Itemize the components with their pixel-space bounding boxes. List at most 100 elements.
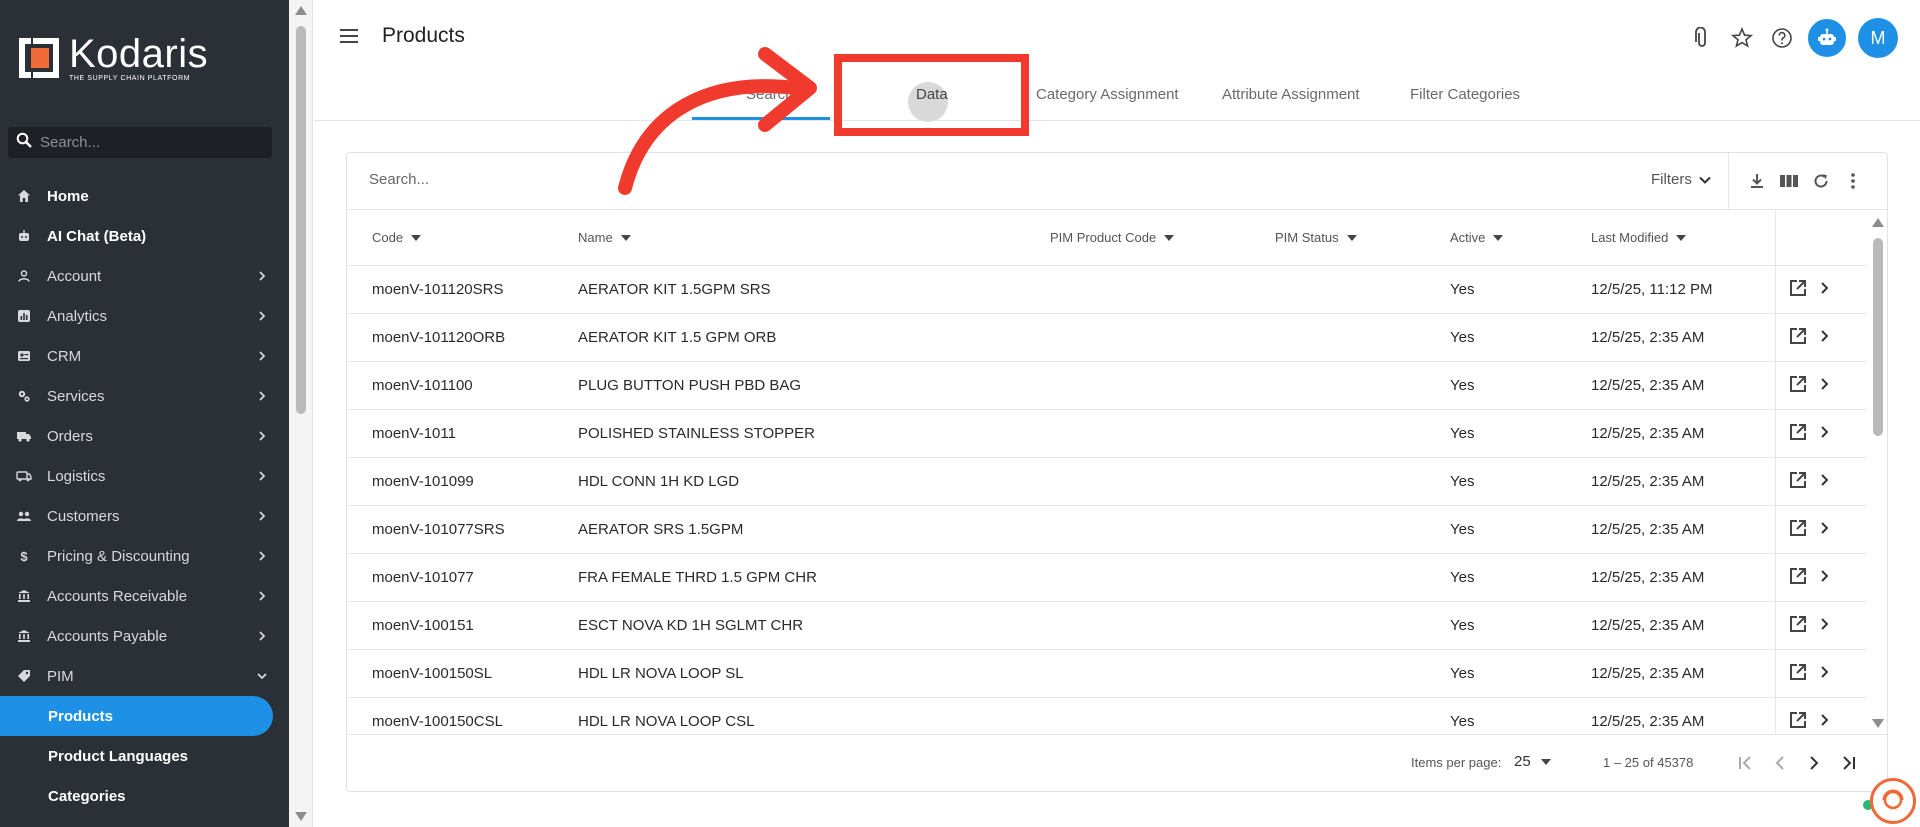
more-vert-icon[interactable] bbox=[1841, 169, 1865, 193]
chevron-down-icon bbox=[1699, 176, 1711, 184]
table-row[interactable]: moenV-101120ORB AERATOR KIT 1.5 GPM ORB Ye… bbox=[347, 314, 1867, 362]
chevron-right-icon[interactable] bbox=[1818, 424, 1832, 445]
brand-tagline: THE SUPPLY CHAIN PLATFORM bbox=[69, 75, 191, 82]
previous-page-button[interactable] bbox=[1767, 749, 1793, 777]
table-row[interactable]: moenV-101120SRS AERATOR KIT 1.5GPM SRS Yes… bbox=[347, 266, 1867, 314]
tab-bar: Search Data Category Assignment Attribut… bbox=[314, 80, 1920, 122]
menu-icon[interactable] bbox=[340, 28, 360, 44]
chevron-right-icon[interactable] bbox=[1818, 712, 1832, 733]
header-actions: M bbox=[1688, 18, 1898, 58]
cell-last-modified: 12/5/25, 11:12 PM bbox=[1591, 281, 1713, 298]
table-row[interactable]: moenV-101077 FRA FEMALE THRD 1.5 GPM CHR Y… bbox=[347, 554, 1867, 602]
scroll-down-arrow-icon[interactable] bbox=[295, 812, 307, 821]
cell-last-modified: 12/5/25, 2:35 AM bbox=[1591, 665, 1705, 682]
sidebar-item-ai-chat[interactable]: AI Chat (Beta) bbox=[0, 216, 289, 256]
table-row[interactable]: moenV-100150SL HDL LR NOVA LOOP SL Yes 12/5… bbox=[347, 650, 1867, 698]
table-row[interactable]: moenV-100150CSL HDL LR NOVA LOOP CSL Yes 12… bbox=[347, 698, 1867, 734]
open-in-new-icon[interactable] bbox=[1788, 662, 1808, 687]
scroll-down-arrow-icon[interactable] bbox=[1872, 719, 1884, 728]
table-row[interactable]: moenV-101077SRS AERATOR SRS 1.5GPM Yes 12/5… bbox=[347, 506, 1867, 554]
columns-icon[interactable] bbox=[1777, 169, 1801, 193]
sidebar-item-account[interactable]: Account bbox=[0, 256, 289, 296]
refresh-icon[interactable] bbox=[1809, 169, 1833, 193]
sidebar-item-accounts-payable[interactable]: Accounts Payable bbox=[0, 616, 289, 656]
table-row[interactable]: moenV-101099 HDL CONN 1H KD LGD Yes 12/5/25… bbox=[347, 458, 1867, 506]
download-icon[interactable] bbox=[1745, 169, 1769, 193]
top-header: Products M Search Data Category Assignme… bbox=[314, 0, 1920, 122]
sidebar-item-pricing[interactable]: $ Pricing & Discounting bbox=[0, 536, 289, 576]
tab-category-assignment[interactable]: Category Assignment bbox=[1036, 86, 1179, 103]
open-in-new-icon[interactable] bbox=[1788, 326, 1808, 351]
sidebar: Kodaris THE SUPPLY CHAIN PLATFORM Home A… bbox=[0, 0, 289, 827]
chevron-right-icon bbox=[259, 471, 266, 481]
sidebar-item-label: Customers bbox=[47, 507, 120, 525]
chevron-right-icon[interactable] bbox=[1818, 568, 1832, 589]
sidebar-subitem-products[interactable]: Products bbox=[0, 696, 273, 736]
sidebar-subitem-product-languages[interactable]: Product Languages bbox=[0, 736, 289, 776]
sidebar-item-services[interactable]: Services bbox=[0, 376, 289, 416]
sidebar-item-crm[interactable]: CRM bbox=[0, 336, 289, 376]
user-avatar[interactable]: M bbox=[1858, 18, 1898, 58]
column-header-name[interactable]: Name bbox=[578, 230, 631, 245]
sidebar-item-home[interactable]: Home bbox=[0, 176, 289, 216]
chevron-right-icon[interactable] bbox=[1818, 664, 1832, 685]
table-row[interactable]: moenV-100151 ESCT NOVA KD 1H SGLMT CHR Yes… bbox=[347, 602, 1867, 650]
open-in-new-icon[interactable] bbox=[1788, 374, 1808, 399]
sidebar-search-input[interactable] bbox=[40, 134, 250, 151]
kodaris-logo[interactable]: Kodaris THE SUPPLY CHAIN PLATFORM bbox=[17, 34, 208, 82]
scrollbar-thumb[interactable] bbox=[1873, 238, 1883, 436]
scrollbar-thumb[interactable] bbox=[296, 26, 306, 414]
table-scrollbar[interactable] bbox=[1869, 210, 1887, 734]
open-in-new-icon[interactable] bbox=[1788, 566, 1808, 591]
sidebar-scrollbar[interactable] bbox=[289, 0, 313, 827]
scroll-up-arrow-icon[interactable] bbox=[295, 6, 307, 15]
home-icon bbox=[16, 188, 32, 204]
sidebar-item-pim[interactable]: PIM bbox=[0, 656, 289, 696]
support-chat-button[interactable] bbox=[1870, 778, 1916, 824]
sidebar-search[interactable] bbox=[8, 127, 272, 158]
filters-button[interactable]: Filters bbox=[1651, 171, 1712, 188]
table-row[interactable]: moenV-101100 PLUG BUTTON PUSH PBD BAG Yes 1… bbox=[347, 362, 1867, 410]
sidebar-item-customers[interactable]: Customers bbox=[0, 496, 289, 536]
next-page-button[interactable] bbox=[1801, 749, 1827, 777]
open-in-new-icon[interactable] bbox=[1788, 278, 1808, 303]
chevron-right-icon[interactable] bbox=[1818, 520, 1832, 541]
column-header-code[interactable]: Code bbox=[372, 230, 422, 245]
open-in-new-icon[interactable] bbox=[1788, 710, 1808, 734]
column-header-active[interactable]: Active bbox=[1450, 230, 1504, 245]
first-page-button[interactable] bbox=[1733, 749, 1759, 777]
scroll-up-arrow-icon[interactable] bbox=[1872, 218, 1884, 227]
chevron-right-icon[interactable] bbox=[1818, 328, 1832, 349]
ai-assistant-button[interactable] bbox=[1808, 19, 1846, 57]
chevron-right-icon[interactable] bbox=[1818, 280, 1832, 301]
help-icon[interactable] bbox=[1768, 24, 1796, 52]
chevron-right-icon[interactable] bbox=[1818, 616, 1832, 637]
cell-code: moenV-100150CSL bbox=[372, 713, 503, 730]
chevron-right-icon bbox=[259, 431, 266, 441]
sidebar-item-analytics[interactable]: Analytics bbox=[0, 296, 289, 336]
chevron-right-icon[interactable] bbox=[1818, 376, 1832, 397]
paperclip-icon[interactable] bbox=[1688, 24, 1716, 52]
sidebar-item-accounts-receivable[interactable]: Accounts Receivable bbox=[0, 576, 289, 616]
sort-arrow-icon bbox=[1676, 234, 1687, 241]
column-header-last-modified[interactable]: Last Modified bbox=[1591, 230, 1687, 245]
column-header-pim-product-code[interactable]: PIM Product Code bbox=[1050, 230, 1175, 245]
sidebar-item-logistics[interactable]: Logistics bbox=[0, 456, 289, 496]
cell-code: moenV-101120ORB bbox=[372, 329, 506, 346]
sidebar-subitem-categories[interactable]: Categories bbox=[0, 776, 289, 816]
chevron-right-icon[interactable] bbox=[1818, 472, 1832, 493]
open-in-new-icon[interactable] bbox=[1788, 470, 1808, 495]
star-icon[interactable] bbox=[1728, 24, 1756, 52]
sidebar-item-orders[interactable]: Orders bbox=[0, 416, 289, 456]
cell-last-modified: 12/5/25, 2:35 AM bbox=[1591, 569, 1705, 586]
tab-attribute-assignment[interactable]: Attribute Assignment bbox=[1222, 86, 1360, 103]
last-page-button[interactable] bbox=[1835, 749, 1861, 777]
open-in-new-icon[interactable] bbox=[1788, 614, 1808, 639]
column-header-pim-status[interactable]: PIM Status bbox=[1275, 230, 1357, 245]
tab-filter-categories[interactable]: Filter Categories bbox=[1410, 86, 1520, 103]
items-per-page-select[interactable]: 25 bbox=[1514, 753, 1551, 770]
table-row[interactable]: moenV-1011 POLISHED STAINLESS STOPPER Yes 1… bbox=[347, 410, 1867, 458]
sidebar-subitem-label: Products bbox=[48, 707, 114, 725]
open-in-new-icon[interactable] bbox=[1788, 422, 1808, 447]
open-in-new-icon[interactable] bbox=[1788, 518, 1808, 543]
